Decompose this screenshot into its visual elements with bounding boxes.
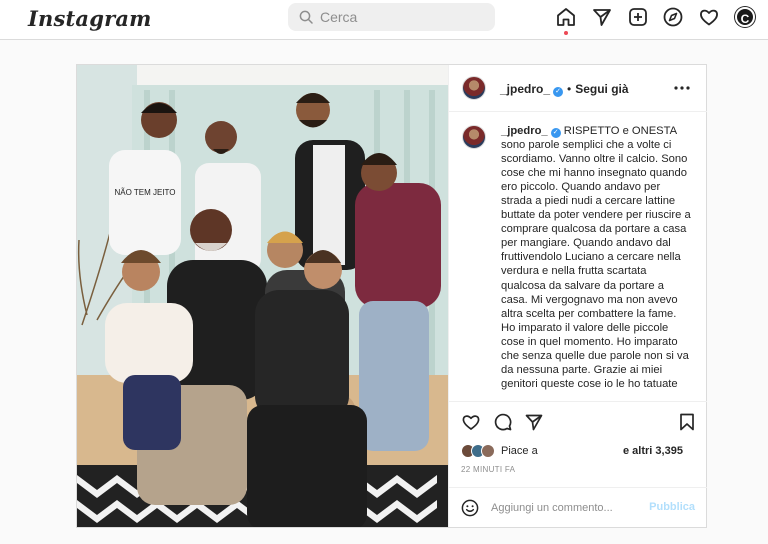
- notification-dot: [564, 31, 568, 35]
- home-button[interactable]: [555, 6, 577, 35]
- bookmark-icon: [680, 413, 694, 431]
- home-icon: [557, 8, 575, 26]
- caption-author-avatar[interactable]: [462, 125, 486, 149]
- post-photo[interactable]: NÃO TEM JEITO: [77, 65, 448, 527]
- save-button[interactable]: [677, 412, 697, 432]
- likes-others[interactable]: e altri 3,395: [623, 445, 683, 457]
- more-options-icon[interactable]: [673, 79, 691, 97]
- explore-button[interactable]: [662, 6, 684, 28]
- top-navigation-bar: Instagram Cerca C: [0, 0, 768, 40]
- profile-avatar[interactable]: C: [735, 7, 755, 27]
- verified-badge-icon: ✓: [553, 87, 564, 97]
- share-button[interactable]: [524, 412, 544, 432]
- search-box[interactable]: [288, 3, 495, 31]
- new-post-button[interactable]: [627, 6, 649, 28]
- heart-outline-icon: [462, 415, 480, 430]
- search-icon: [299, 10, 313, 24]
- instagram-logo[interactable]: Instagram: [28, 6, 152, 31]
- like-button[interactable]: [461, 412, 481, 432]
- liker-avatar[interactable]: [481, 444, 495, 458]
- heart-icon: [700, 9, 718, 26]
- comment-icon: [494, 413, 512, 431]
- emoji-icon[interactable]: [461, 499, 479, 517]
- likes-summary: Piace a e altri 3,395: [461, 443, 701, 461]
- author-avatar[interactable]: [462, 76, 486, 100]
- caption: _jpedro_ ✓ RISPETTO e ONESTA sono parole …: [501, 124, 691, 391]
- new-post-icon: [629, 8, 647, 26]
- caption-scroll-area[interactable]: _jpedro_ ✓ RISPETTO e ONESTA sono parole …: [449, 113, 707, 402]
- caption-username[interactable]: _jpedro_: [501, 125, 548, 137]
- activity-button[interactable]: [698, 6, 720, 28]
- comment-input[interactable]: [491, 496, 641, 520]
- post-header-text: _jpedro_ ✓ • Segui già: [500, 80, 629, 98]
- author-username[interactable]: _jpedro_: [500, 82, 550, 96]
- explore-icon: [663, 7, 683, 27]
- caption-text: RISPETTO e ONESTA sono parole semplici c…: [501, 125, 691, 390]
- post-actions: [449, 404, 707, 434]
- follow-status-button[interactable]: Segui già: [575, 82, 628, 96]
- post-header: _jpedro_ ✓ • Segui già: [449, 65, 707, 112]
- direct-icon: [593, 9, 611, 26]
- direct-share-icon: [525, 414, 543, 431]
- comment-button[interactable]: [493, 412, 513, 432]
- post-timestamp[interactable]: 22 MINUTI FA: [461, 465, 515, 474]
- post-card: NÃO TEM JEITO _jpedro_ ✓ • Segui già _jp…: [76, 64, 707, 528]
- likes-label: Piace a: [501, 445, 538, 457]
- caption-verified-icon: ✓: [550, 128, 561, 138]
- family-photo-illustration: NÃO TEM JEITO: [77, 65, 448, 527]
- search-input[interactable]: [320, 3, 480, 31]
- separator: •: [567, 82, 572, 96]
- direct-button[interactable]: [591, 6, 613, 28]
- shirt-text: NÃO TEM JEITO: [114, 188, 175, 197]
- comment-bar: Pubblica: [449, 487, 707, 527]
- publish-button[interactable]: Pubblica: [649, 501, 695, 513]
- post-sidebar: _jpedro_ ✓ • Segui già _jpedro_ ✓ RISPETTO e…: [448, 65, 707, 527]
